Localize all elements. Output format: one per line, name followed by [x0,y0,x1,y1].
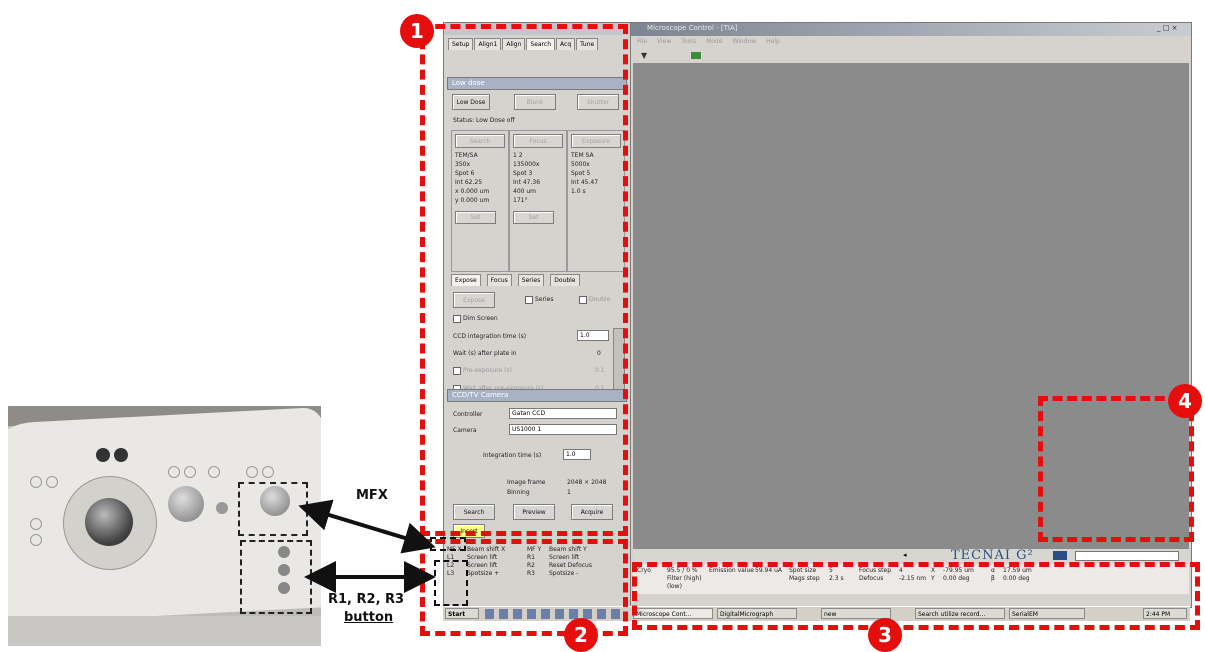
button-label: button [344,610,394,625]
mfx-label: MFX [356,488,388,503]
arrows-overlay [298,499,436,593]
r-buttons-label: R1, R2, R3 [328,592,405,607]
mfx-arrow [298,499,436,554]
